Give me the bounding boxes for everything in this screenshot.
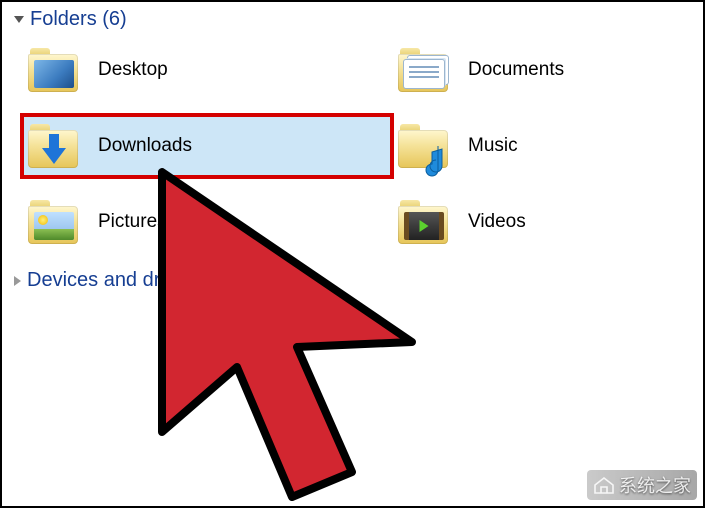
folder-item-documents[interactable]: Documents xyxy=(392,39,692,101)
folder-label: Desktop xyxy=(98,59,168,81)
folder-label: Pictures xyxy=(98,211,167,233)
folder-label: Documents xyxy=(468,59,564,81)
folder-item-downloads[interactable]: Downloads xyxy=(22,115,392,177)
section-count: (2) xyxy=(202,269,226,291)
folder-label: Downloads xyxy=(98,135,192,157)
folder-icon xyxy=(26,122,82,170)
section-title-text: Devices and drives xyxy=(27,269,196,291)
folder-icon xyxy=(396,198,452,246)
section-header-devices[interactable]: Devices and drives (2) xyxy=(2,263,703,296)
explorer-content: Folders (6) Desktop Documents xyxy=(0,0,705,508)
section-count: (6) xyxy=(102,8,126,30)
folder-label: Music xyxy=(468,135,518,157)
music-note-icon xyxy=(404,136,444,164)
section-title: Devices and drives (2) xyxy=(27,269,226,292)
section-title: Folders (6) xyxy=(30,8,127,31)
folder-item-desktop[interactable]: Desktop xyxy=(22,39,392,101)
folder-item-pictures[interactable]: Pictures xyxy=(22,191,392,253)
folder-icon xyxy=(396,46,452,94)
folder-icon xyxy=(26,46,82,94)
download-arrow-icon xyxy=(42,134,66,168)
section-title-text: Folders xyxy=(30,8,97,30)
folder-item-music[interactable]: Music xyxy=(392,115,692,177)
chevron-right-icon xyxy=(14,276,21,286)
video-icon xyxy=(404,212,444,240)
folder-icon xyxy=(26,198,82,246)
watermark: 系统之家 xyxy=(587,470,697,500)
picture-icon xyxy=(34,212,74,240)
folders-grid: Desktop Documents Downloads xyxy=(2,35,703,263)
folder-icon xyxy=(396,122,452,170)
chevron-down-icon xyxy=(14,16,24,23)
folder-item-videos[interactable]: Videos xyxy=(392,191,692,253)
section-header-folders[interactable]: Folders (6) xyxy=(2,2,703,35)
folder-label: Videos xyxy=(468,211,526,233)
watermark-text: 系统之家 xyxy=(619,472,691,498)
